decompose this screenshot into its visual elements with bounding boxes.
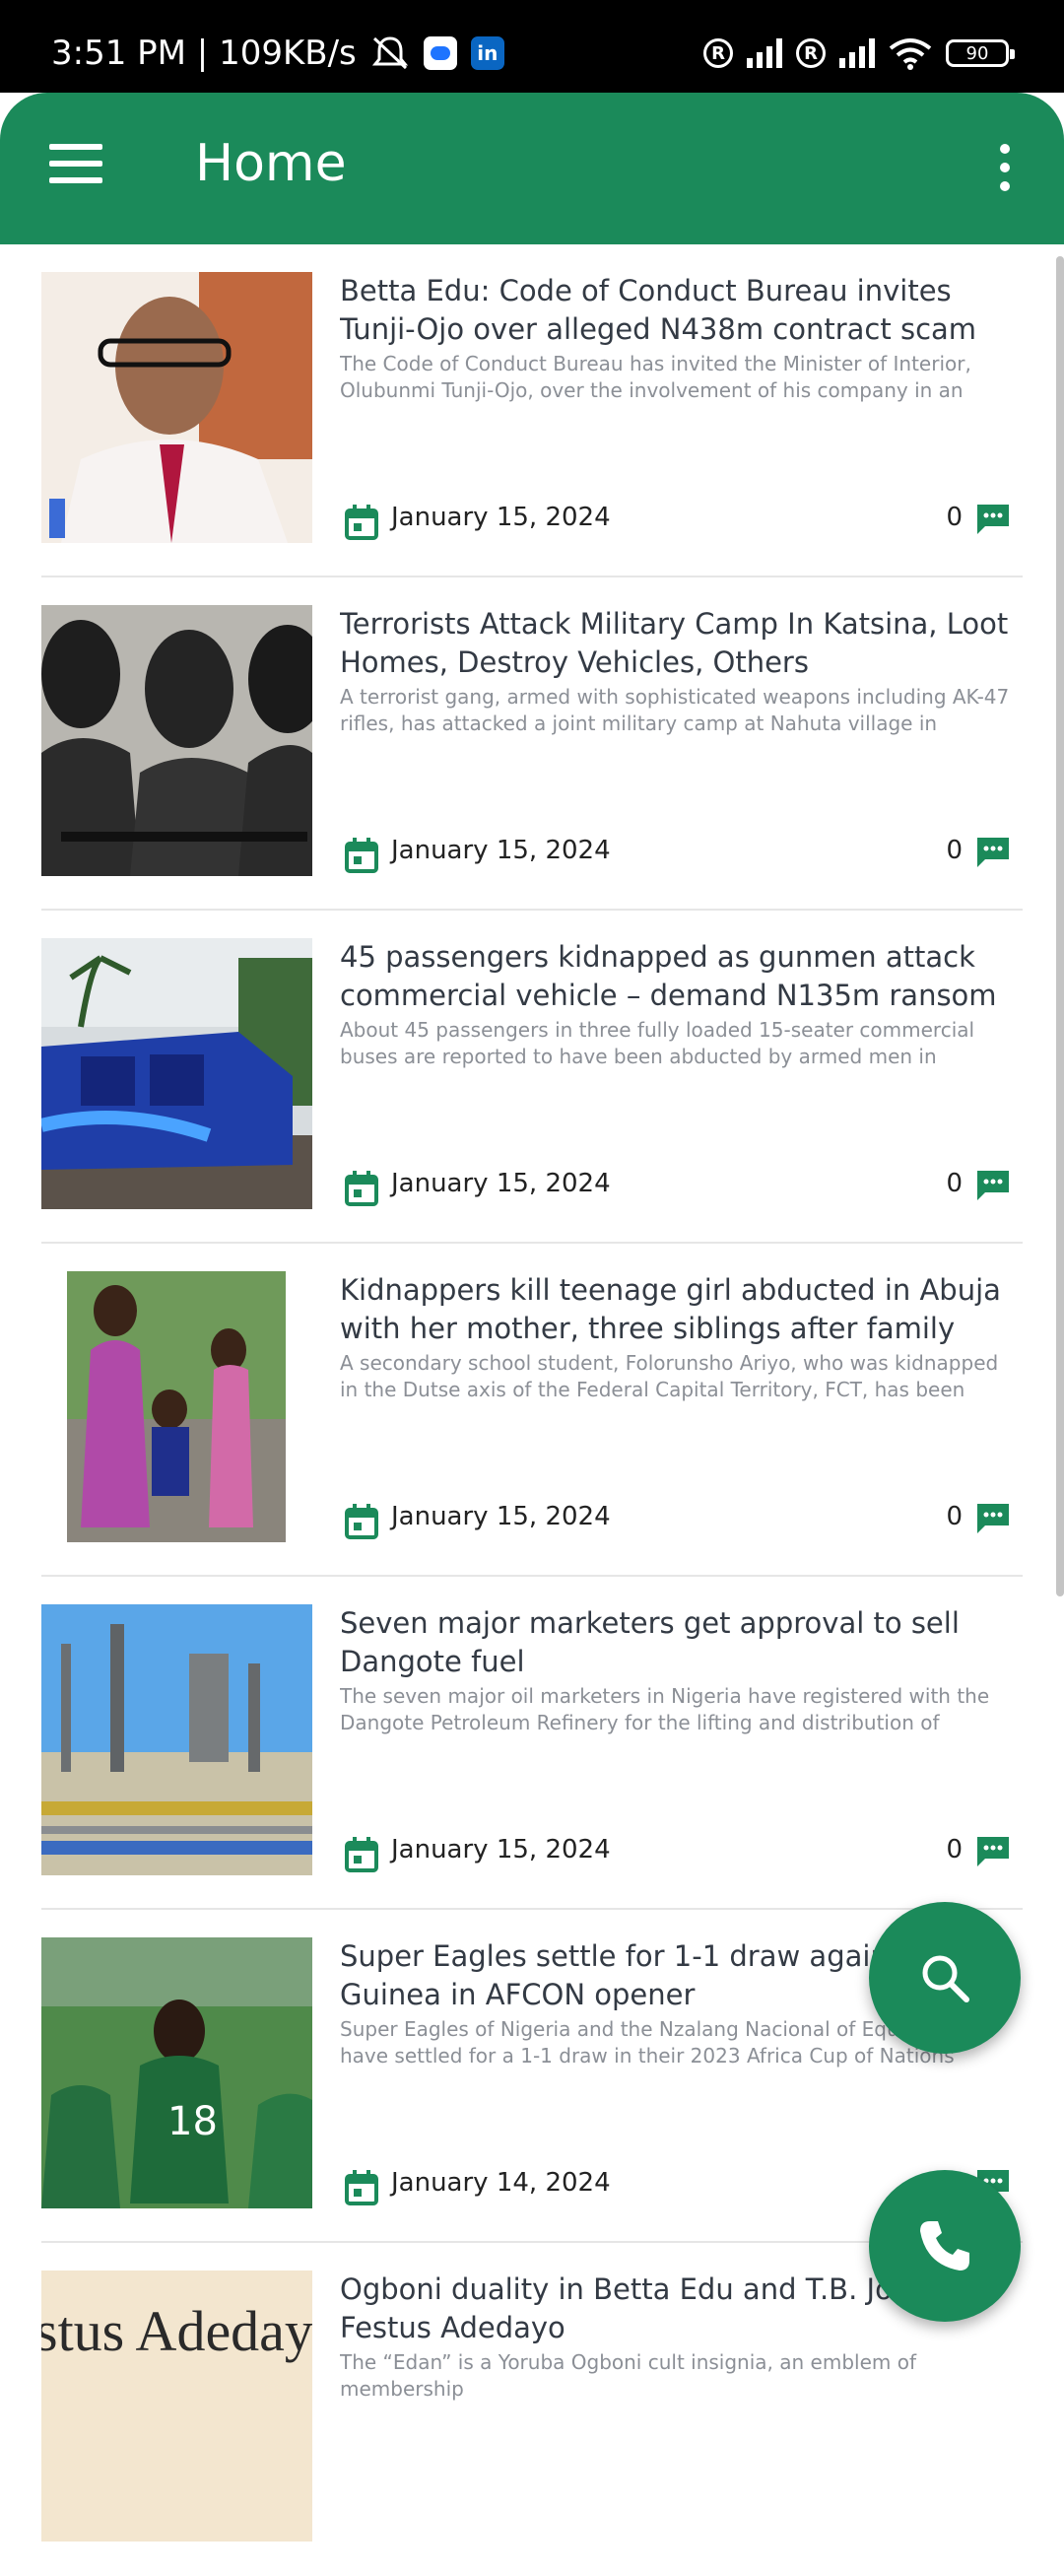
- comment-count: 0: [946, 1835, 963, 1864]
- article-title[interactable]: Seven major marketers get approval to se…: [340, 1604, 1010, 1683]
- comment-count: 0: [946, 503, 963, 532]
- comment-count: 0: [946, 1169, 963, 1198]
- search-icon: [922, 1955, 969, 2002]
- article-title[interactable]: 45 passengers kidnapped as gunmen attack…: [340, 938, 1010, 1017]
- article-thumbnail: [41, 1604, 312, 1875]
- article-title[interactable]: Betta Edu: Code of Conduct Bureau invite…: [340, 272, 1010, 351]
- article-thumbnail: [41, 938, 312, 1209]
- article-thumbnail: [41, 1271, 312, 1542]
- article-date: January 15, 2024: [391, 1502, 611, 1531]
- linkedin-icon: in: [470, 36, 504, 70]
- comment-count: 0: [946, 1502, 963, 1531]
- article-excerpt: A secondary school student, Folorunsho A…: [340, 1351, 999, 1401]
- article-date: January 15, 2024: [391, 1169, 611, 1198]
- article-thumbnail: 18: [41, 1937, 312, 2208]
- comment-icon[interactable]: [975, 503, 1011, 536]
- article-date: January 14, 2024: [391, 2168, 611, 2198]
- calendar-icon: [345, 838, 378, 873]
- app-bar: Home: [0, 93, 1064, 244]
- svg-text:18: 18: [167, 2099, 218, 2144]
- comment-icon[interactable]: [975, 1835, 1011, 1868]
- status-bar: 3:51 PM | 109KB/s in R R 90: [0, 0, 1064, 93]
- muted-bell-icon: [371, 36, 408, 70]
- calendar-icon: [345, 505, 378, 540]
- phone-icon: [920, 2221, 969, 2271]
- status-right: R R 90: [703, 0, 1015, 106]
- article-excerpt: The Code of Conduct Bureau has invited t…: [340, 352, 971, 402]
- more-options-icon[interactable]: [995, 144, 1015, 191]
- article-item[interactable]: Betta Edu: Code of Conduct Bureau invite…: [0, 244, 1064, 577]
- status-time: 3:51 PM | 109KB/s: [51, 34, 357, 73]
- article-thumbnail: stus Adedayo's: [41, 2271, 312, 2542]
- roaming-r-icon: R: [703, 38, 733, 68]
- comment-count: 0: [946, 836, 963, 865]
- article-date: January 15, 2024: [391, 503, 611, 532]
- signal-icon: [747, 38, 782, 68]
- article-title[interactable]: Terrorists Attack Military Camp In Katsi…: [340, 605, 1010, 684]
- call-button[interactable]: [869, 2170, 1021, 2322]
- menu-icon[interactable]: [49, 144, 102, 183]
- wifi-icon: [889, 38, 932, 70]
- article-excerpt: A terrorist gang, armed with sophisticat…: [340, 685, 1010, 735]
- messaging-app-icon: [423, 36, 457, 70]
- page-title: Home: [195, 134, 347, 193]
- article-thumbnail: [41, 605, 312, 876]
- calendar-icon: [345, 2170, 378, 2205]
- comment-icon[interactable]: [975, 836, 1011, 869]
- status-left: 3:51 PM | 109KB/s in: [51, 0, 504, 106]
- thumbnail-caption: stus Adedayo's: [41, 2299, 312, 2363]
- battery-icon: 90: [946, 39, 1015, 67]
- search-button[interactable]: [869, 1902, 1021, 2054]
- article-date: January 15, 2024: [391, 836, 611, 865]
- article-item[interactable]: Kidnappers kill teenage girl abducted in…: [0, 1244, 1064, 1577]
- signal-icon-2: [839, 38, 875, 68]
- calendar-icon: [345, 1504, 378, 1539]
- article-excerpt: About 45 passengers in three fully loade…: [340, 1018, 975, 1068]
- battery-level: 90: [965, 42, 989, 64]
- roaming-r-icon-2: R: [796, 38, 826, 68]
- calendar-icon: [345, 1171, 378, 1206]
- calendar-icon: [345, 1837, 378, 1872]
- comment-icon[interactable]: [975, 1502, 1011, 1535]
- scrollbar[interactable]: [1056, 256, 1064, 1596]
- article-item[interactable]: Seven major marketers get approval to se…: [0, 1577, 1064, 1910]
- article-item[interactable]: 45 passengers kidnapped as gunmen attack…: [0, 911, 1064, 1244]
- article-excerpt: The “Edan” is a Yoruba Ogboni cult insig…: [340, 2350, 916, 2401]
- comment-icon[interactable]: [975, 1169, 1011, 1202]
- article-date: January 15, 2024: [391, 1835, 611, 1864]
- article-thumbnail: [41, 272, 312, 543]
- article-item[interactable]: Terrorists Attack Military Camp In Katsi…: [0, 577, 1064, 911]
- article-title[interactable]: Kidnappers kill teenage girl abducted in…: [340, 1271, 1010, 1350]
- article-excerpt: The seven major oil marketers in Nigeria…: [340, 1684, 990, 1734]
